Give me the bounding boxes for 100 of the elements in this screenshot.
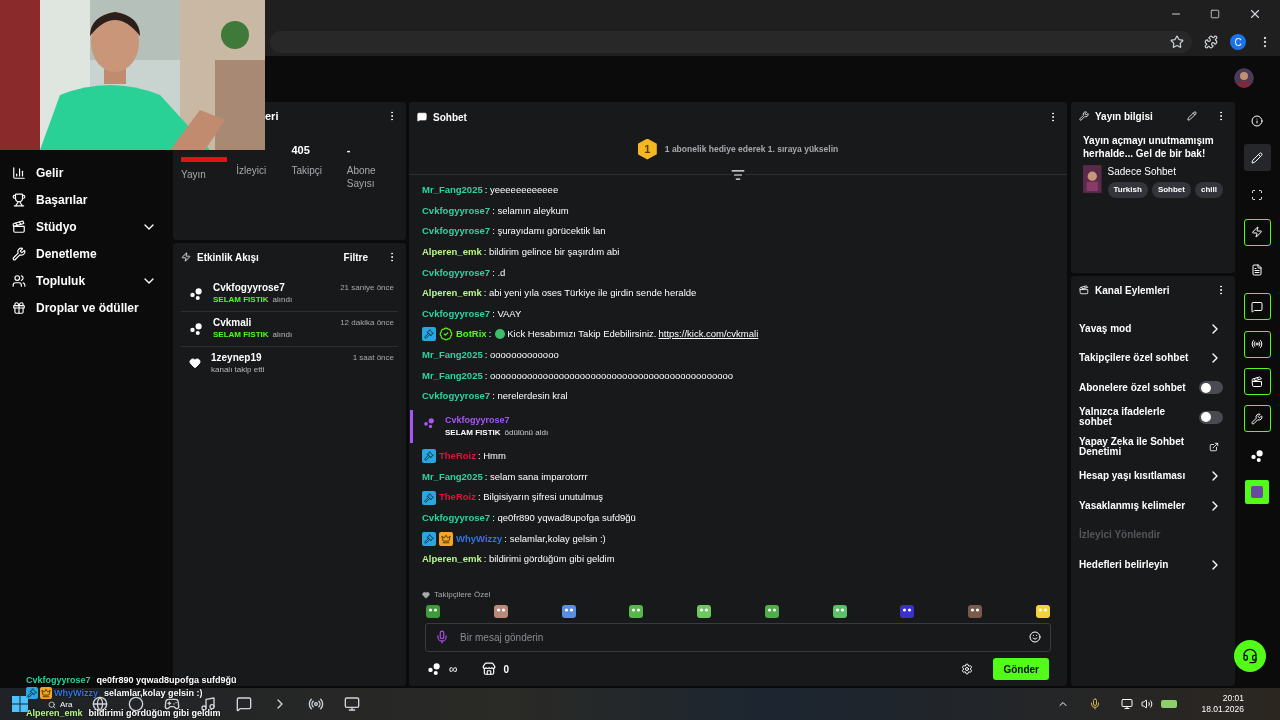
channel-action-item[interactable]: Yalnızca ifadelerle sohbet bbox=[1079, 402, 1227, 432]
sidebar-item[interactable]: Topluluk bbox=[0, 267, 173, 294]
chat-username[interactable]: Cvkfogyyrose7 bbox=[422, 306, 491, 321]
chat-username[interactable]: Mr_Fang2025 bbox=[422, 368, 483, 383]
help-button[interactable] bbox=[1234, 640, 1266, 672]
chat-username[interactable]: Mr_Fang2025 bbox=[422, 183, 483, 198]
chat-username[interactable]: Cvkfogyyrose7 bbox=[422, 203, 491, 218]
start-icon[interactable] bbox=[12, 696, 28, 712]
chat-username[interactable]: Mr_Fang2025 bbox=[422, 469, 483, 485]
clock-date[interactable]: 18.01.2026 bbox=[1201, 704, 1244, 715]
chat-message-text: : selamlar,kolay gelsin :) bbox=[504, 531, 606, 546]
tag[interactable]: Sohbet bbox=[1151, 182, 1191, 198]
search-label: Ara bbox=[60, 700, 73, 709]
chat-message-text: : nerelerdesin kral bbox=[492, 389, 568, 404]
sidebar-item[interactable]: Stüdyo bbox=[0, 213, 173, 240]
emote-icon[interactable] bbox=[899, 603, 916, 619]
taskbar-app-icon[interactable] bbox=[308, 696, 325, 712]
taskbar-app-icon[interactable] bbox=[344, 696, 361, 712]
microphone-icon[interactable] bbox=[1089, 698, 1102, 710]
chat-username[interactable]: Cvkfogyyrose7 bbox=[422, 224, 491, 239]
emote-icon[interactable] bbox=[763, 603, 780, 619]
rank-badge: 1 bbox=[637, 138, 657, 160]
stat-value: 405 bbox=[291, 143, 310, 158]
app-icon[interactable] bbox=[1245, 479, 1269, 504]
points-balance[interactable]: ∞ bbox=[449, 663, 458, 675]
pencil-icon[interactable] bbox=[1243, 144, 1271, 172]
chat-username[interactable]: WhyWizzy bbox=[456, 531, 503, 546]
emote-icon[interactable] bbox=[425, 603, 441, 619]
store-icon[interactable] bbox=[481, 662, 496, 676]
settings-icon[interactable] bbox=[961, 663, 974, 675]
bolt-icon bbox=[181, 252, 191, 262]
chat-message-text: Kick Hesabımızı Takip Edebilirsiniz. bbox=[507, 327, 657, 342]
toggle-switch[interactable] bbox=[1199, 410, 1223, 424]
send-button[interactable]: Gönder bbox=[993, 658, 1049, 680]
channel-action-item[interactable]: Abonelere özel sohbet bbox=[1079, 373, 1227, 403]
chat-username[interactable]: BotRix bbox=[456, 327, 487, 342]
emote-icon[interactable] bbox=[492, 603, 509, 619]
channel-action-item[interactable]: Hesap yaşı kısıtlaması bbox=[1079, 461, 1227, 491]
emote-icon[interactable] bbox=[967, 603, 984, 619]
maximize-icon[interactable] bbox=[1210, 9, 1220, 19]
event-text: alındı bbox=[272, 294, 293, 306]
taskbar-app-icon[interactable] bbox=[236, 696, 253, 712]
clapperboard-icon bbox=[12, 219, 26, 234]
event-time: 21 saniye önce bbox=[340, 282, 394, 294]
chat-username[interactable]: Cvkfogyyrose7 bbox=[422, 265, 491, 280]
chat-username[interactable]: TheRoiz bbox=[439, 490, 476, 505]
extensions-icon[interactable] bbox=[1204, 35, 1218, 49]
channel-action-item[interactable]: Yapay Zeka ile Sohbet Denetimi bbox=[1079, 432, 1227, 462]
toggle-switch[interactable] bbox=[1199, 381, 1223, 395]
battery-icon[interactable] bbox=[1161, 700, 1178, 708]
sidebar-item[interactable]: Denetleme bbox=[0, 240, 173, 267]
channel-action-item[interactable]: Takipçilere özel sohbet bbox=[1079, 343, 1227, 373]
tag[interactable]: Turkish bbox=[1107, 182, 1148, 198]
wrench-icon[interactable] bbox=[1243, 405, 1271, 433]
channel-action-item[interactable]: Yasaklanmış kelimeler bbox=[1079, 491, 1227, 521]
user-avatar[interactable] bbox=[1234, 68, 1254, 88]
tag[interactable]: chill bbox=[1195, 182, 1223, 198]
chat-username[interactable]: Alperen_emk bbox=[422, 552, 482, 567]
emote-icon[interactable] bbox=[628, 603, 645, 619]
chat-username[interactable]: TheRoiz bbox=[439, 449, 476, 464]
chat-username[interactable]: Cvkfogyyrose7 bbox=[445, 413, 549, 428]
chat-username[interactable]: Cvkfogyyrose7 bbox=[422, 511, 491, 526]
promo-text: 1 abonelik hediye ederek 1. sıraya yükselin bbox=[664, 142, 839, 156]
overlay-chat-text: bildirimi gördüğüm gibi geldim bbox=[88, 708, 221, 719]
wrench-icon bbox=[1079, 111, 1089, 121]
chat-username[interactable]: Alperen_emk bbox=[422, 244, 482, 260]
channel-action-item[interactable]: Hedefleri belirleyin bbox=[1079, 550, 1227, 580]
emote-icon[interactable] bbox=[696, 603, 713, 619]
network-icon[interactable] bbox=[1121, 698, 1134, 710]
message-input[interactable]: Bir mesaj gönderin bbox=[425, 623, 1051, 652]
emoji-picker-icon[interactable] bbox=[1029, 631, 1041, 643]
bolt-icon[interactable] bbox=[1243, 218, 1271, 246]
channel-action-item[interactable]: Yavaş mod bbox=[1079, 314, 1227, 344]
broadcast-icon[interactable] bbox=[1243, 330, 1271, 358]
chat-link[interactable]: https://kick.com/cvkmali bbox=[658, 327, 759, 342]
emote-icon[interactable] bbox=[831, 603, 848, 619]
close-icon[interactable] bbox=[1248, 7, 1262, 21]
sidebar-item[interactable]: Gelir bbox=[0, 159, 173, 186]
bookmark-star-icon[interactable] bbox=[1170, 35, 1184, 49]
profile-avatar[interactable]: C bbox=[1230, 34, 1246, 50]
chat-username[interactable]: Mr_Fang2025 bbox=[422, 347, 483, 363]
edit-icon[interactable] bbox=[1187, 111, 1197, 121]
chat-icon[interactable] bbox=[1243, 293, 1271, 321]
chat-username[interactable]: Cvkfogyyrose7 bbox=[422, 389, 491, 404]
category-thumbnail-icon bbox=[1083, 164, 1102, 194]
category-name[interactable]: Sadece Sohbet bbox=[1107, 164, 1223, 179]
emote-icon[interactable] bbox=[560, 603, 577, 619]
taskbar-search[interactable]: Ara bbox=[48, 700, 73, 709]
points-icon bbox=[189, 322, 203, 336]
clock-time[interactable]: 20:01 bbox=[1222, 693, 1244, 704]
microphone-icon[interactable] bbox=[435, 630, 449, 644]
sidebar-item[interactable]: Droplar ve ödüller bbox=[0, 294, 173, 321]
emote-icon[interactable] bbox=[1034, 603, 1051, 619]
clapperboard-icon[interactable] bbox=[1243, 368, 1271, 396]
chat-username[interactable]: Alperen_emk bbox=[422, 286, 482, 301]
volume-icon[interactable] bbox=[1141, 698, 1154, 710]
stat-label: Takipçi bbox=[291, 164, 324, 177]
filter-button[interactable]: Filtre bbox=[343, 249, 368, 265]
overlay-chat-text: selamlar,kolay gelsin :) bbox=[103, 687, 203, 699]
sidebar-item[interactable]: Başarılar bbox=[0, 186, 173, 213]
